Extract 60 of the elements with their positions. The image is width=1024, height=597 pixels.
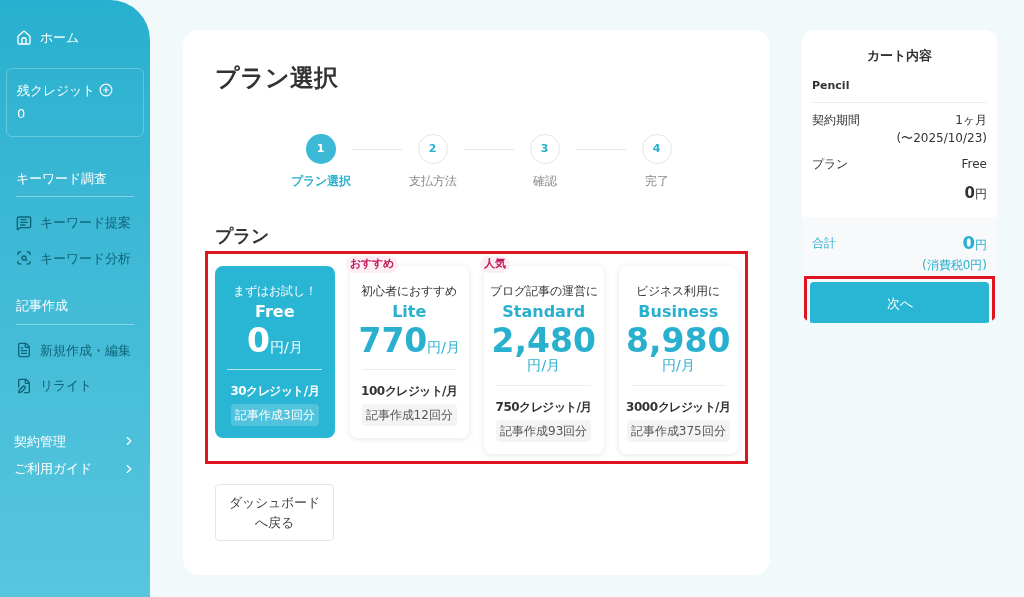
- plan-articles: 記事作成12回分: [361, 404, 457, 426]
- plan-name: Free: [255, 301, 295, 323]
- home-icon: [16, 29, 32, 46]
- step-number: 2: [417, 134, 448, 164]
- plan-articles: 記事作成3回分: [230, 404, 319, 426]
- coin-plus-icon: [99, 83, 113, 98]
- total-amount: 0円: [962, 231, 987, 255]
- menu-item[interactable]: 契約管理: [0, 427, 150, 455]
- plan-card[interactable]: まずはお試し！ Free 0円/月 30クレジット/月 記事作成3回分: [215, 266, 335, 438]
- plan-badge: 人気: [480, 256, 510, 273]
- plan-name: Standard: [502, 301, 586, 323]
- step-label: プラン選択: [290, 173, 351, 190]
- chat-icon: [16, 214, 32, 231]
- search-icon: [16, 250, 32, 267]
- cart-label: プラン: [812, 156, 848, 173]
- menu-item[interactable]: ご利用ガイド: [0, 455, 150, 483]
- section-heading: 記事作成: [16, 296, 134, 325]
- step-label: 支払方法: [408, 173, 457, 190]
- section-title: プラン: [215, 224, 270, 248]
- credit-label: 残クレジット: [17, 81, 95, 100]
- plan-price: 0円/月: [246, 324, 303, 357]
- plan-price: 770円/月: [358, 324, 461, 357]
- product-name: Pencil: [812, 77, 987, 103]
- plan-badge: おすすめ: [345, 256, 398, 273]
- edit-icon: [16, 377, 32, 394]
- plan-articles: 記事作成93回分: [496, 420, 592, 442]
- document-icon: [16, 342, 32, 359]
- plan-credits: 3000クレジット/月: [626, 399, 731, 416]
- plan-credits: 100クレジット/月: [361, 383, 458, 400]
- step-label: 完了: [644, 173, 669, 190]
- plan-name: Business: [638, 301, 719, 323]
- step-label: 確認: [532, 173, 557, 190]
- tax-note: (消費税0円): [921, 257, 987, 274]
- cart-value: Free: [961, 156, 987, 173]
- plan-tagline: ビジネス利用に: [636, 283, 721, 300]
- subtotal: 0円: [963, 183, 987, 204]
- plan-tagline: ブログ記事の運営に: [489, 283, 598, 300]
- step-number: 4: [641, 134, 672, 164]
- sidebar-item[interactable]: ホーム: [0, 20, 150, 56]
- plan-name: Lite: [392, 301, 427, 323]
- step-number: 1: [305, 134, 336, 164]
- plan-credits: 30クレジット/月: [230, 383, 320, 400]
- cart-label: 契約期間: [812, 112, 860, 129]
- total-label: 合計: [812, 234, 836, 252]
- step-number: 3: [529, 134, 560, 164]
- plan-tagline: まずはお試し！: [232, 283, 317, 300]
- cart-title: カート内容: [866, 47, 933, 65]
- plan-card[interactable]: ビジネス利用に Business 8,980 円/月 3000クレジット/月 記事作成375回分: [618, 266, 738, 454]
- plan-tagline: 初心者におすすめ: [361, 283, 458, 300]
- plan-price: 8,980 円/月: [625, 324, 732, 373]
- back-button[interactable]: ダッシュボードへ戻る: [215, 484, 334, 541]
- cart-value: 1ヶ月: [955, 112, 987, 129]
- plan-credits: 750クレジット/月: [495, 399, 592, 416]
- page-title: プラン選択: [215, 63, 339, 94]
- credit-value: 0: [17, 105, 27, 123]
- plan-price: 2,480 円/月: [490, 324, 597, 373]
- cart-subvalue: (〜2025/10/23): [896, 130, 987, 147]
- section-heading: キーワード調査: [16, 168, 134, 197]
- plan-articles: 記事作成375回分: [626, 420, 730, 442]
- next-button[interactable]: 次へ: [810, 282, 989, 323]
